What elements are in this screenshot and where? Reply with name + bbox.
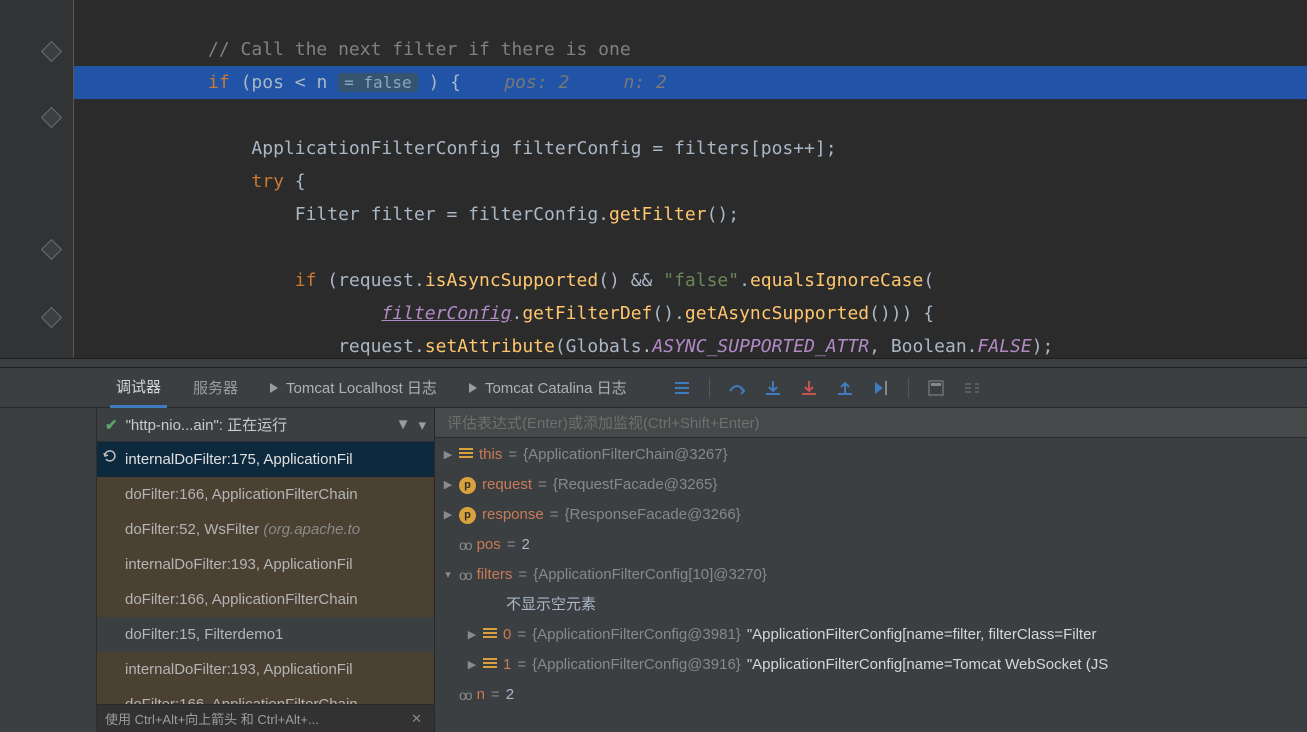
var-row[interactable]: ▾ oo filters = {ApplicationFilterConfig[…: [435, 560, 1307, 590]
frame-item[interactable]: internalDoFilter:193, ApplicationFil: [97, 652, 434, 687]
step-out-icon[interactable]: [836, 379, 854, 397]
tab-debugger[interactable]: 调试器: [110, 368, 167, 408]
symbol-link[interactable]: filterConfig: [381, 303, 511, 324]
variables-panel: 评估表达式(Enter)或添加监视(Ctrl+Shift+Enter) ▶ th…: [435, 408, 1307, 732]
step-over-icon[interactable]: [728, 379, 746, 397]
play-icon: [469, 383, 477, 393]
frame-item[interactable]: doFilter:166, ApplicationFilterChain: [97, 582, 434, 617]
inline-hint: pos: 2: [504, 72, 569, 93]
object-icon: [459, 448, 473, 462]
show-execution-point-icon[interactable]: [673, 379, 691, 397]
expand-icon[interactable]: ▶: [443, 443, 453, 467]
close-icon[interactable]: ✕: [407, 711, 426, 727]
play-icon: [270, 383, 278, 393]
inline-eval-badge: = false: [338, 73, 417, 92]
tab-tomcat-catalina-log[interactable]: Tomcat Catalina 日志: [463, 369, 633, 406]
tab-tomcat-localhost-log[interactable]: Tomcat Localhost 日志: [264, 369, 443, 406]
drop-frame-icon: [103, 449, 117, 463]
expand-icon[interactable]: ▶: [467, 623, 477, 647]
variables-tree[interactable]: ▶ this = {ApplicationFilterChain@3267} ▶…: [435, 438, 1307, 732]
watch-icon: oo: [459, 683, 471, 707]
separator: [908, 378, 909, 398]
parameter-icon: p: [459, 507, 476, 524]
run-to-cursor-icon[interactable]: [872, 379, 890, 397]
var-row[interactable]: oo pos = 2: [435, 530, 1307, 560]
collapse-icon[interactable]: ▾: [443, 563, 453, 587]
current-exec-line: if (pos < n = false ) { pos: 2 n: 2: [74, 66, 1307, 99]
thread-selector[interactable]: "http-nio...ain": 正在运行: [126, 414, 388, 435]
panel-splitter[interactable]: [0, 358, 1307, 368]
var-row[interactable]: ▶ p response = {ResponseFacade@3266}: [435, 500, 1307, 530]
filter-icon[interactable]: ▼: [396, 416, 411, 433]
debug-toolbar: [673, 378, 981, 398]
expand-icon[interactable]: ▶: [443, 473, 453, 497]
code-area[interactable]: // Call the next filter if there is one …: [74, 0, 1307, 358]
frame-item[interactable]: internalDoFilter:193, ApplicationFil: [97, 547, 434, 582]
var-row[interactable]: oo n = 2: [435, 680, 1307, 710]
var-row[interactable]: ▶ p request = {RequestFacade@3265}: [435, 470, 1307, 500]
inline-hint: n: 2: [624, 72, 667, 93]
force-step-into-icon[interactable]: [800, 379, 818, 397]
frames-header: ✔ "http-nio...ain": 正在运行 ▼ ▾: [97, 408, 434, 442]
debug-side-toolbar[interactable]: [0, 408, 97, 732]
fold-marker[interactable]: [41, 239, 62, 260]
keymap-hint: 使用 Ctrl+Alt+向上箭头 和 Ctrl+Alt+... ✕: [97, 704, 434, 732]
code-comment: // Call the next filter if there is one: [208, 39, 631, 60]
evaluate-expression-input[interactable]: 评估表达式(Enter)或添加监视(Ctrl+Shift+Enter): [435, 408, 1307, 438]
step-into-icon[interactable]: [764, 379, 782, 397]
debug-panel: 调试器 服务器 Tomcat Localhost 日志 Tomcat Catal…: [0, 368, 1307, 732]
frame-item[interactable]: doFilter:15, Filterdemo1: [97, 617, 434, 652]
frame-item[interactable]: doFilter:166, ApplicationFilterChain: [97, 687, 434, 704]
tab-server[interactable]: 服务器: [187, 369, 244, 406]
expand-icon[interactable]: ▶: [467, 653, 477, 677]
thread-running-icon: ✔: [105, 416, 118, 434]
watch-icon: oo: [459, 533, 471, 557]
var-row[interactable]: ▶ this = {ApplicationFilterChain@3267}: [435, 440, 1307, 470]
object-icon: [483, 658, 497, 672]
var-row[interactable]: ▶ 0 = {ApplicationFilterConfig@3981} "Ap…: [435, 620, 1307, 650]
evaluate-expression-icon[interactable]: [927, 379, 945, 397]
trace-current-stream-chain-icon[interactable]: [963, 379, 981, 397]
parameter-icon: p: [459, 477, 476, 494]
debug-tabs: 调试器 服务器 Tomcat Localhost 日志 Tomcat Catal…: [0, 368, 1307, 408]
separator: [709, 378, 710, 398]
frame-item[interactable]: doFilter:52, WsFilter (org.apache.to: [97, 512, 434, 547]
object-icon: [483, 628, 497, 642]
fold-marker[interactable]: [41, 307, 62, 328]
watch-icon: oo: [459, 563, 471, 587]
fold-marker[interactable]: [41, 107, 62, 128]
frames-panel: ✔ "http-nio...ain": 正在运行 ▼ ▾ internalDoF…: [97, 408, 435, 732]
var-row[interactable]: ▶ 1 = {ApplicationFilterConfig@3916} "Ap…: [435, 650, 1307, 680]
dropdown-icon[interactable]: ▾: [418, 416, 426, 434]
frame-item[interactable]: internalDoFilter:175, ApplicationFil: [97, 442, 434, 477]
code-editor[interactable]: // Call the next filter if there is one …: [0, 0, 1307, 358]
editor-gutter: [0, 0, 74, 358]
var-info-row: 不显示空元素: [435, 590, 1307, 620]
breakpoint-marker[interactable]: [41, 41, 62, 62]
frame-list[interactable]: internalDoFilter:175, ApplicationFil doF…: [97, 442, 434, 704]
expand-icon[interactable]: ▶: [443, 503, 453, 527]
frame-item[interactable]: doFilter:166, ApplicationFilterChain: [97, 477, 434, 512]
